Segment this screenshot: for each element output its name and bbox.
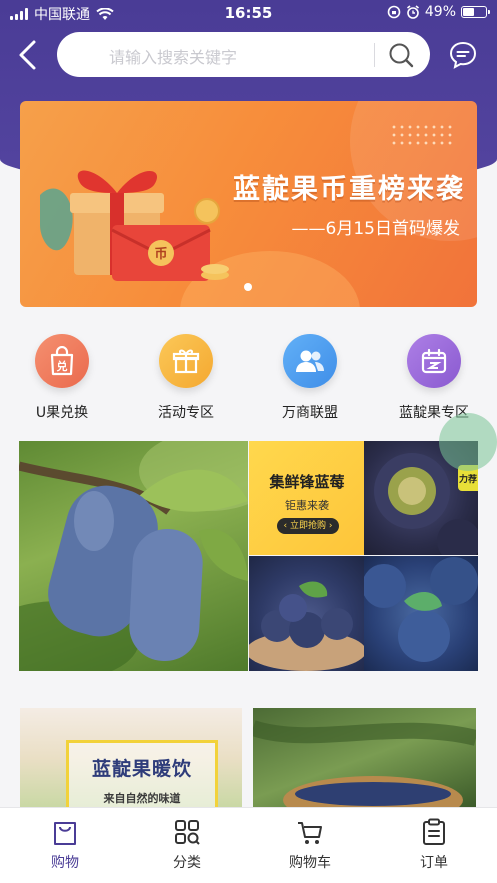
ad-subtitle: 钜惠来袭 [285,499,329,512]
banner-page-indicator[interactable] [244,283,252,291]
gift-box-illustration: 币 [40,170,229,281]
battery-icon [461,6,490,18]
category-icon-circle: 兑 [35,334,89,388]
bowl-illustration [249,581,364,671]
banner-subtitle: ——6月15日首码爆发 [291,219,460,239]
category-u-exchange[interactable]: 兑 U果兑换 [0,330,124,422]
ad-title: 集鲜锋蓝莓 [269,473,345,491]
category-label: 活动专区 [158,405,214,421]
tab-category[interactable]: 分类 [125,808,249,883]
category-icon-circle [407,334,461,388]
basket-illustration [253,720,476,808]
back-arrow-icon[interactable] [14,38,44,72]
tab-label: 购物 [51,855,79,871]
card-title: 蓝靛果暖饮 [91,758,192,780]
tab-label: 分类 [173,855,201,871]
gift-icon [172,349,200,374]
assistive-touch-button[interactable] [439,413,497,471]
shopping-bag-icon [54,822,76,845]
blueberry-bowl-photo[interactable] [249,556,364,671]
category-merchant-alliance[interactable]: 万商联盟 [248,330,372,422]
order-clipboard-icon [423,818,445,845]
category-activity-zone[interactable]: 活动专区 [124,330,248,422]
svg-text:兑: 兑 [57,359,68,373]
category-icon-circle [283,334,337,388]
tab-label: 订单 [420,855,448,871]
berry-basket-card[interactable] [253,708,476,808]
status-bar: 中国联通 16:55 49% [0,0,497,26]
exchange-bag-icon: 兑 [50,346,74,376]
coin-character: 币 [154,247,167,262]
tab-label: 购物车 [289,855,331,871]
blueberry-sale-ad[interactable]: 集鲜锋蓝莓 钜惠来袭 ‹ 立即抢购 › [249,441,364,555]
closeup-illustration [364,557,478,662]
users-icon [296,350,324,372]
tab-cart[interactable]: 购物车 [248,808,372,883]
berry-illustration [19,441,248,671]
banner-decor-dots [390,123,454,147]
honeysuckle-berry-photo[interactable] [19,441,248,671]
search-divider [374,43,375,67]
category-shortcuts: 兑 U果兑换 活动专区 万商联盟 蓝靛果专区 [0,330,497,426]
blueberry-closeup-photo[interactable] [364,556,478,671]
status-right: 49% [387,4,490,20]
battery-percent: 49% [424,4,456,20]
message-icon[interactable] [448,40,478,70]
tab-orders[interactable]: 订单 [372,808,496,883]
rotation-lock-icon [387,5,401,19]
search-icon[interactable] [387,41,415,69]
card-subtitle: 来自自然的味道 [103,792,181,805]
warm-drink-card[interactable]: 蓝靛果暖饮 来自自然的味道 [20,708,242,808]
category-honeysuckle-zone[interactable]: 蓝靛果专区 [372,330,496,422]
search-bar[interactable]: 请输入搜索关键字 [57,32,430,77]
category-icon-circle [159,334,213,388]
buy-now-button[interactable]: ‹ 立即抢购 › [277,518,339,534]
category-grid-icon [175,820,200,845]
promo-banner[interactable]: 币 蓝靛果币重榜来袭 ——6月15日首码爆发 [20,101,477,307]
cart-icon [298,822,322,844]
category-label: U果兑换 [35,405,89,421]
calendar-icon [421,348,447,374]
search-input[interactable]: 请输入搜索关键字 [109,44,237,68]
app-screen: 中国联通 16:55 49% 请输入搜索关键字 币 蓝靛果币重榜来袭 ——6月1… [0,0,497,883]
bottom-tab-bar: 购物 分类 购物车 订单 [0,807,497,883]
category-label: 万商联盟 [282,405,338,421]
promo-grid: 集鲜锋蓝莓 钜惠来袭 ‹ 立即抢购 › 力荐 [19,441,478,671]
banner-title: 蓝靛果币重榜来袭 [233,174,465,205]
tab-shopping[interactable]: 购物 [3,808,127,883]
alarm-icon [406,5,419,19]
battery-level [463,8,474,16]
